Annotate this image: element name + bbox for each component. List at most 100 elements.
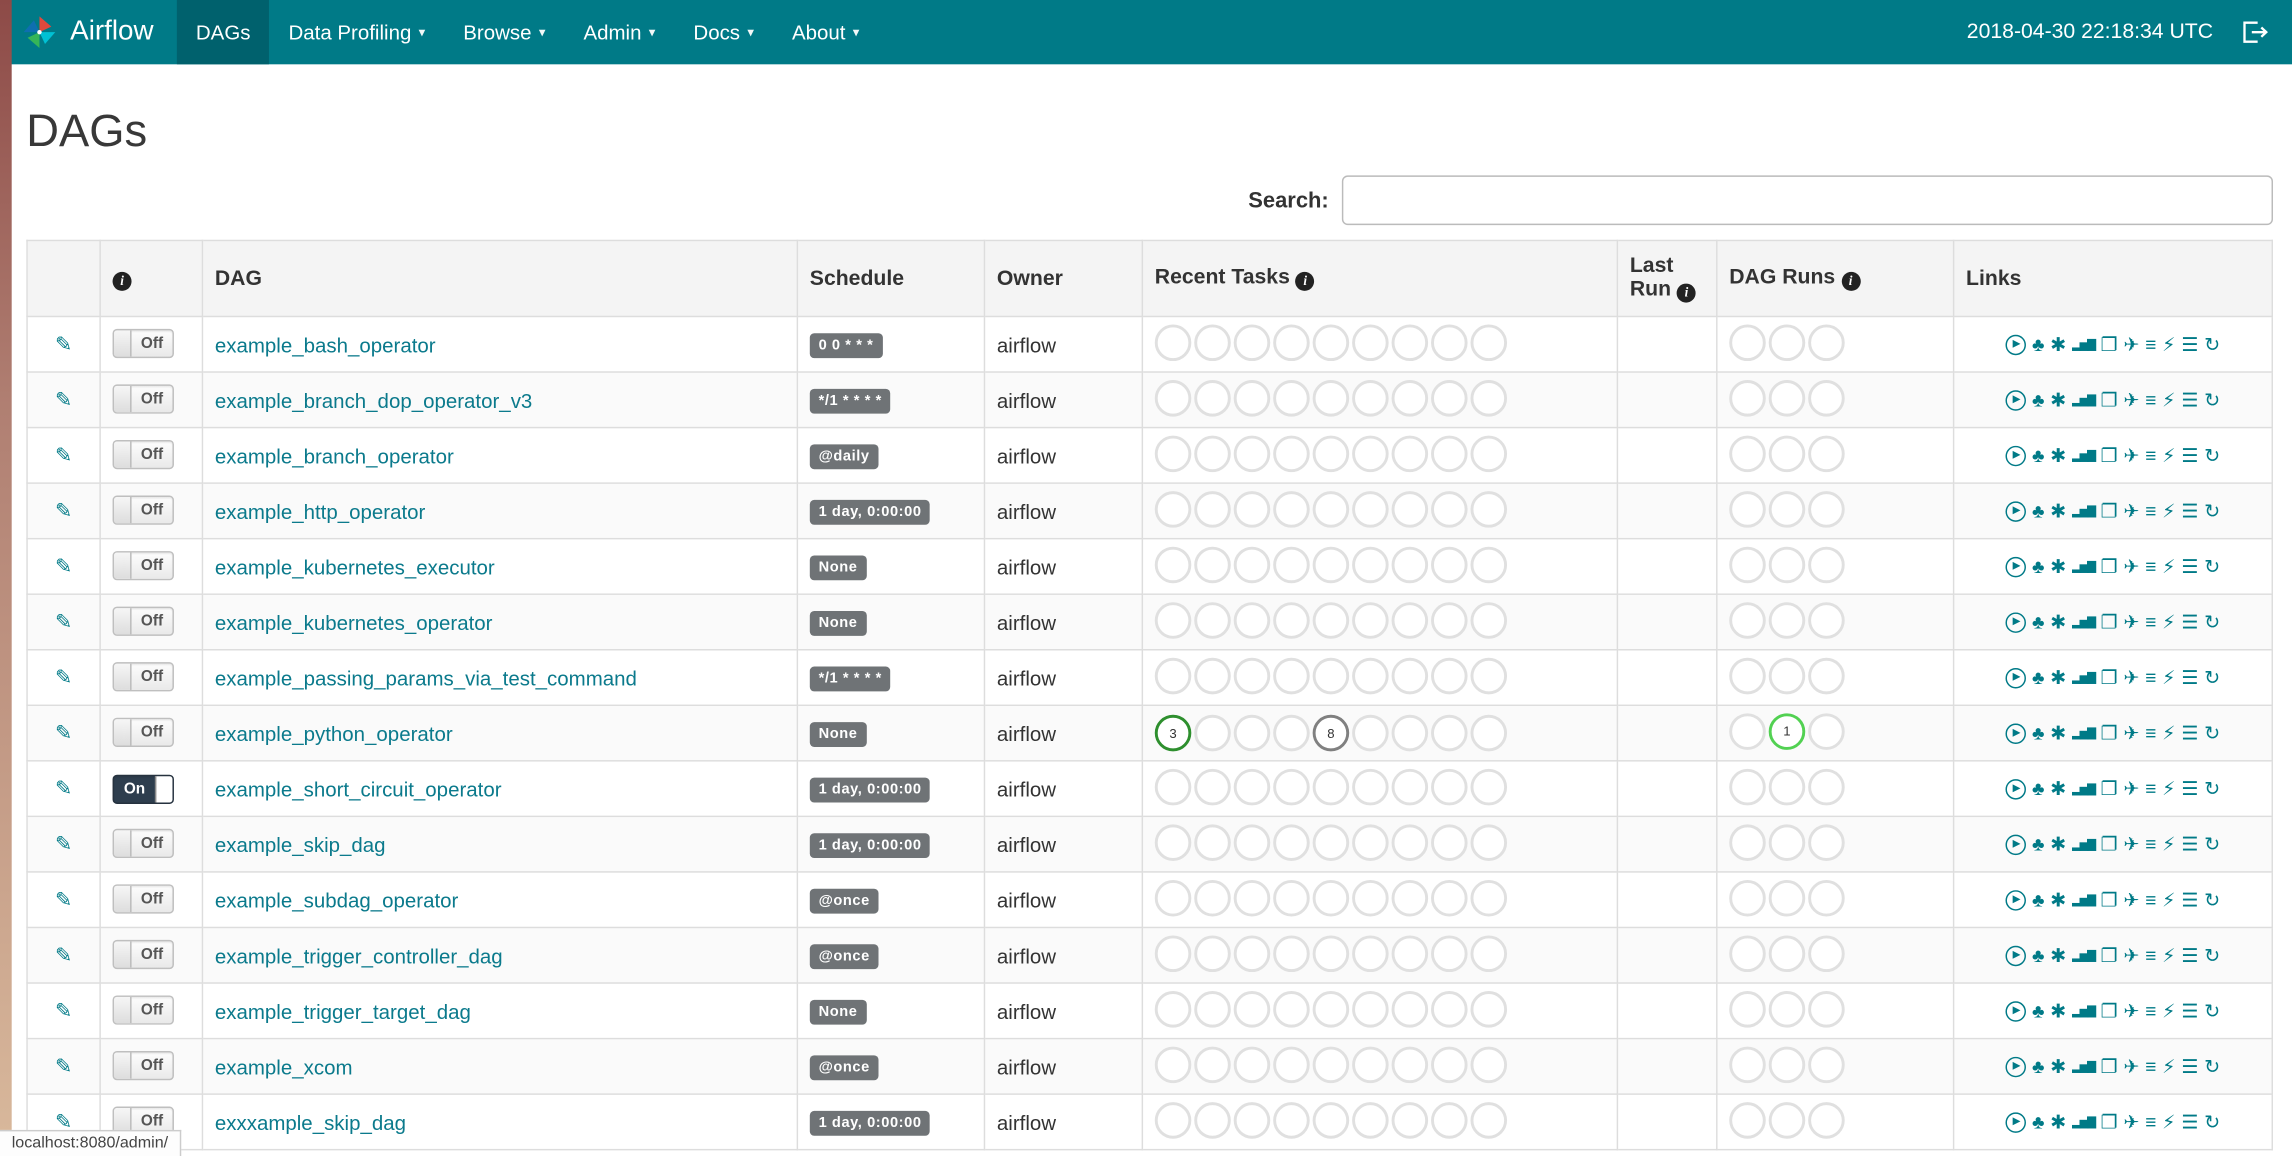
- graph-view-icon[interactable]: ✱: [2050, 835, 2066, 854]
- gantt-view-icon[interactable]: ≡: [2145, 1001, 2156, 1020]
- state-circle[interactable]: [1391, 601, 1429, 639]
- state-circle[interactable]: [1233, 323, 1271, 361]
- state-circle[interactable]: [1470, 545, 1508, 583]
- state-circle[interactable]: [1470, 323, 1508, 361]
- state-circle[interactable]: [1768, 1101, 1806, 1138]
- nav-item-browse[interactable]: Browse: [444, 0, 564, 64]
- code-view-icon[interactable]: ⚡: [2162, 946, 2175, 965]
- state-circle[interactable]: [1312, 545, 1350, 583]
- state-circle[interactable]: [1729, 712, 1766, 750]
- dag-pause-toggle[interactable]: Off: [112, 550, 174, 580]
- landing-times-icon[interactable]: ✈: [2123, 1057, 2139, 1076]
- graph-view-icon[interactable]: ✱: [2050, 668, 2066, 687]
- task-duration-icon[interactable]: ▂▅▇: [2072, 1004, 2096, 1017]
- trigger-dag-icon[interactable]: ▶: [2005, 389, 2027, 411]
- state-circle[interactable]: [1431, 934, 1468, 972]
- dag-pause-toggle[interactable]: Off: [112, 883, 174, 913]
- state-circle[interactable]: [1391, 379, 1429, 416]
- state-circle[interactable]: [1470, 434, 1508, 472]
- state-circle[interactable]: [1273, 379, 1310, 416]
- refresh-icon[interactable]: ↻: [2204, 612, 2220, 631]
- log-icon[interactable]: ☰: [2181, 335, 2198, 354]
- landing-times-icon[interactable]: ✈: [2123, 1112, 2139, 1131]
- tree-view-icon[interactable]: ♣: [2032, 446, 2044, 465]
- state-circle[interactable]: [1431, 823, 1468, 861]
- trigger-dag-icon[interactable]: ▶: [2005, 667, 2027, 688]
- gantt-view-icon[interactable]: ≡: [2145, 1112, 2156, 1131]
- code-view-icon[interactable]: ⚡: [2162, 724, 2175, 743]
- tree-view-icon[interactable]: ♣: [2032, 501, 2044, 520]
- code-view-icon[interactable]: ⚡: [2162, 668, 2175, 687]
- task-duration-icon[interactable]: ▂▅▇: [2072, 949, 2096, 961]
- graph-view-icon[interactable]: ✱: [2050, 335, 2066, 354]
- code-view-icon[interactable]: ⚡: [2162, 335, 2175, 354]
- state-circle[interactable]: [1729, 934, 1766, 972]
- edit-dag-icon[interactable]: [55, 776, 72, 799]
- state-circle[interactable]: [1273, 1045, 1310, 1083]
- dag-link[interactable]: example_python_operator: [215, 721, 453, 744]
- state-circle[interactable]: [1729, 657, 1766, 694]
- code-view-icon[interactable]: ⚡: [2162, 779, 2175, 798]
- landing-times-icon[interactable]: ✈: [2123, 390, 2139, 409]
- state-circle[interactable]: [1233, 601, 1271, 639]
- edit-dag-icon[interactable]: [55, 610, 72, 633]
- state-circle[interactable]: [1312, 490, 1350, 527]
- task-tries-icon[interactable]: ❐: [2101, 1112, 2118, 1131]
- state-circle[interactable]: [1154, 1101, 1192, 1138]
- dag-pause-toggle[interactable]: On: [112, 773, 174, 804]
- state-circle[interactable]: [1768, 879, 1806, 916]
- log-icon[interactable]: ☰: [2181, 501, 2198, 520]
- edit-dag-icon[interactable]: [55, 498, 72, 521]
- dag-link[interactable]: exxxample_skip_dag: [215, 1110, 406, 1133]
- log-icon[interactable]: ☰: [2181, 612, 2198, 631]
- state-circle[interactable]: [1768, 434, 1806, 472]
- state-circle[interactable]: [1312, 323, 1350, 361]
- nav-item-data-profiling[interactable]: Data Profiling: [269, 0, 444, 64]
- state-circle[interactable]: [1154, 601, 1192, 639]
- trigger-dag-icon[interactable]: ▶: [2005, 611, 2027, 633]
- state-circle[interactable]: [1194, 657, 1231, 694]
- state-circle[interactable]: [1233, 714, 1271, 752]
- refresh-icon[interactable]: ↻: [2204, 890, 2220, 909]
- state-circle[interactable]: [1431, 545, 1468, 583]
- dag-link[interactable]: example_xcom: [215, 1055, 353, 1078]
- task-duration-icon[interactable]: ▂▅▇: [2072, 782, 2096, 795]
- state-circle[interactable]: [1729, 379, 1766, 416]
- code-view-icon[interactable]: ⚡: [2162, 501, 2175, 520]
- graph-view-icon[interactable]: ✱: [2050, 724, 2066, 743]
- dag-pause-toggle[interactable]: Off: [112, 328, 174, 358]
- state-circle[interactable]: [1154, 323, 1192, 361]
- state-circle[interactable]: [1194, 1045, 1231, 1083]
- schedule-badge[interactable]: None: [809, 999, 867, 1025]
- state-circle[interactable]: [1808, 768, 1845, 805]
- task-tries-icon[interactable]: ❐: [2101, 446, 2118, 465]
- state-circle[interactable]: [1808, 601, 1845, 639]
- task-tries-icon[interactable]: ❐: [2101, 946, 2118, 965]
- landing-times-icon[interactable]: ✈: [2123, 946, 2139, 965]
- state-circle[interactable]: [1194, 601, 1231, 639]
- task-tries-icon[interactable]: ❐: [2101, 612, 2118, 631]
- state-circle[interactable]: [1352, 990, 1389, 1027]
- dag-pause-toggle[interactable]: Off: [112, 716, 174, 747]
- task-tries-icon[interactable]: ❐: [2101, 335, 2118, 354]
- trigger-dag-icon[interactable]: ▶: [2005, 1056, 2027, 1077]
- gantt-view-icon[interactable]: ≡: [2145, 668, 2156, 687]
- state-circle[interactable]: [1352, 879, 1389, 916]
- trigger-dag-icon[interactable]: ▶: [2005, 334, 2027, 355]
- state-circle[interactable]: [1352, 490, 1389, 527]
- state-circle[interactable]: [1194, 545, 1231, 583]
- landing-times-icon[interactable]: ✈: [2123, 890, 2139, 909]
- state-circle[interactable]: [1729, 768, 1766, 805]
- state-circle[interactable]: [1233, 490, 1271, 527]
- state-circle[interactable]: [1431, 601, 1468, 639]
- state-circle[interactable]: [1312, 601, 1350, 639]
- task-tries-icon[interactable]: ❐: [2101, 668, 2118, 687]
- state-circle[interactable]: 1: [1768, 712, 1806, 750]
- dag-pause-toggle[interactable]: Off: [112, 661, 174, 691]
- dag-link[interactable]: example_passing_params_via_test_command: [215, 666, 637, 689]
- state-circle[interactable]: [1233, 1045, 1271, 1083]
- graph-view-icon[interactable]: ✱: [2050, 612, 2066, 631]
- edit-dag-icon[interactable]: [55, 721, 72, 744]
- log-icon[interactable]: ☰: [2181, 390, 2198, 409]
- state-circle[interactable]: [1154, 434, 1192, 472]
